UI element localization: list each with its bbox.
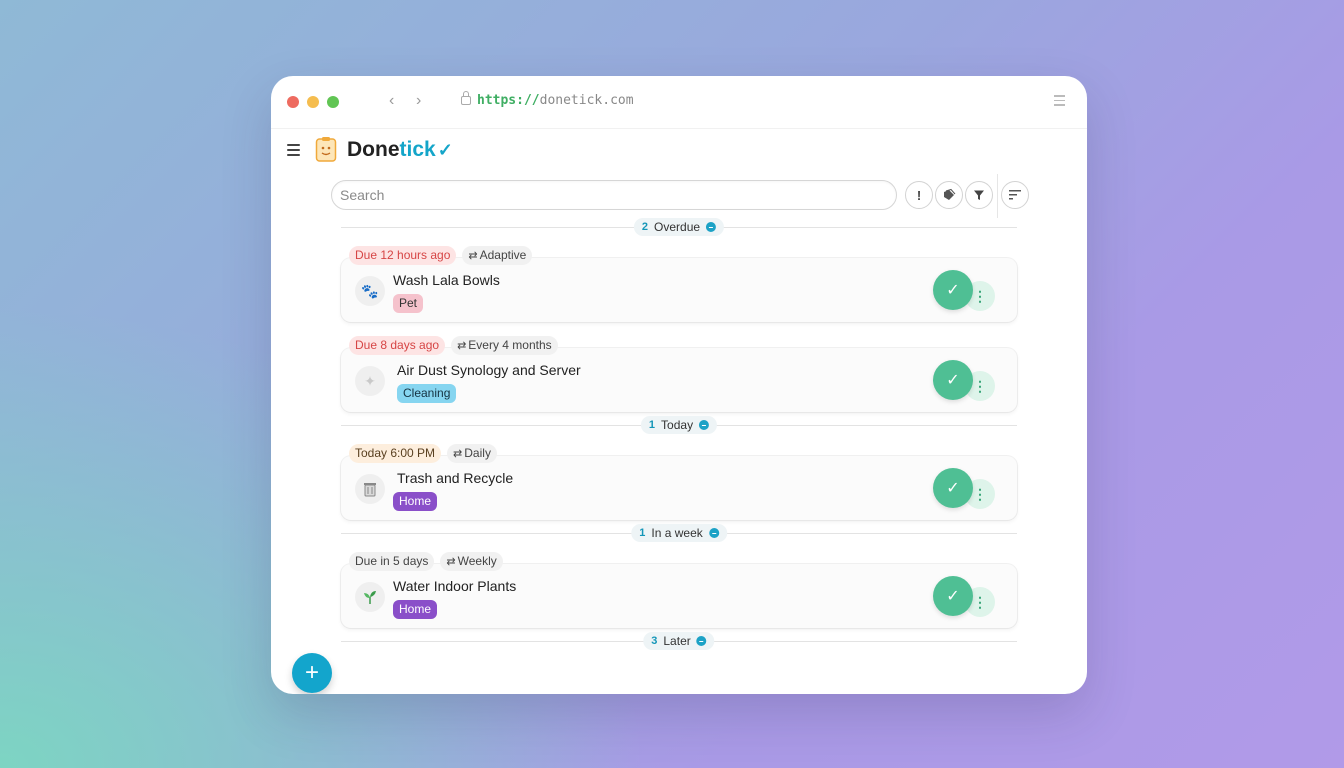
browser-window: ‹ › https://donetick.com Donetick✓ ! [271, 76, 1087, 694]
repeat-icon: ⇄ [468, 250, 478, 262]
broom-icon: ✦ [355, 366, 385, 396]
forward-arrow-icon[interactable]: › [416, 92, 421, 110]
plus-icon: + [304, 659, 319, 686]
url-protocol: https:// [477, 93, 540, 108]
due-chip: Due 8 days ago [349, 336, 446, 355]
task-label[interactable]: Pet [393, 294, 424, 313]
close-window-button[interactable] [287, 96, 299, 108]
frequency-text: Every 4 months [468, 338, 552, 352]
url-host: donetick.com [539, 93, 634, 108]
frequency-chip: ⇄ Daily [447, 444, 497, 463]
group-count: 1 [648, 419, 656, 431]
group-count: 1 [639, 527, 646, 539]
frequency-chip: ⇄ Weekly [440, 552, 503, 571]
maximize-window-button[interactable] [327, 96, 339, 108]
browser-chrome: ‹ › https://donetick.com [271, 76, 1087, 129]
check-icon: ✓ [946, 480, 960, 497]
collapse-icon [708, 528, 719, 538]
group-name: Today [661, 418, 694, 432]
more-vertical-icon: ⋮ [973, 377, 987, 394]
complete-task-button[interactable]: ✓ [933, 270, 973, 310]
due-chip: Due in 5 days [349, 552, 435, 571]
filter-icon [974, 190, 984, 200]
task-title: Water Indoor Plants [393, 578, 517, 594]
task-title: Air Dust Synology and Server [397, 362, 581, 378]
tags-icon [944, 188, 956, 200]
more-vertical-icon: ⋮ [973, 287, 987, 304]
group-name: Overdue [654, 220, 701, 234]
complete-task-button[interactable]: ✓ [933, 360, 973, 400]
brand-first: Done [347, 138, 400, 161]
task-item[interactable]: Trash and Recycle Home ✓ ⋮ Today 6:00 PM… [341, 444, 1017, 534]
task-list: 2 Overdue 🐾 Wash Lala Bowls Pet ✓ ⋮ Due 1… [341, 214, 1017, 654]
filter-button[interactable] [965, 181, 993, 209]
task-label[interactable]: Home [393, 600, 438, 619]
task-item[interactable]: Water Indoor Plants Home ✓ ⋮ Due in 5 da… [341, 552, 1017, 642]
group-count: 2 [641, 221, 649, 233]
task-label[interactable]: Home [393, 492, 438, 511]
group-header-later[interactable]: 3 Later [341, 630, 1017, 652]
label-filter-button[interactable] [935, 181, 963, 209]
frequency-text: Adaptive [479, 248, 527, 262]
browser-menu-icon[interactable] [1054, 95, 1065, 109]
check-icon: ✓ [946, 588, 960, 605]
task-card[interactable]: 🐾 Wash Lala Bowls Pet ✓ ⋮ [341, 258, 1017, 322]
group-header-in-a-week[interactable]: 1 In a week [341, 522, 1017, 544]
task-title: Trash and Recycle [397, 470, 514, 486]
check-icon: ✓ [946, 372, 960, 389]
more-vertical-icon: ⋮ [973, 593, 987, 610]
sort-icon [1009, 190, 1021, 200]
app-header: Donetick ✓ [271, 128, 1087, 176]
group-name: Later [663, 634, 691, 648]
repeat-icon: ⇄ [457, 340, 467, 352]
logo-icon [315, 137, 337, 162]
task-label[interactable]: Cleaning [397, 384, 457, 403]
repeat-icon: ⇄ [446, 556, 456, 568]
exclamation-icon: ! [916, 187, 922, 203]
task-title: Wash Lala Bowls [393, 272, 500, 288]
lock-icon [461, 91, 471, 105]
frequency-text: Weekly [457, 554, 497, 568]
group-header-today[interactable]: 1 Today [341, 414, 1017, 436]
task-card[interactable]: Water Indoor Plants Home ✓ ⋮ [341, 564, 1017, 628]
add-task-button[interactable]: + [292, 653, 332, 693]
due-chip: Today 6:00 PM [349, 444, 442, 463]
frequency-chip: ⇄ Every 4 months [451, 336, 558, 355]
sort-button[interactable] [1001, 181, 1029, 209]
address-bar[interactable]: https://donetick.com [461, 91, 634, 108]
frequency-chip: ⇄ Adaptive [462, 246, 533, 265]
group-header-overdue[interactable]: 2 Overdue [341, 216, 1017, 238]
collapse-icon [706, 222, 717, 232]
minimize-window-button[interactable] [307, 96, 319, 108]
search-input[interactable] [331, 180, 897, 210]
more-vertical-icon: ⋮ [973, 485, 987, 502]
repeat-icon: ⇄ [453, 448, 463, 460]
task-card[interactable]: Trash and Recycle Home ✓ ⋮ [341, 456, 1017, 520]
collapse-icon [696, 636, 707, 646]
group-count: 3 [651, 635, 658, 647]
brand-check-icon: ✓ [437, 140, 453, 160]
toolbar-separator [997, 174, 998, 218]
check-icon: ✓ [946, 282, 960, 299]
priority-filter-button[interactable]: ! [905, 181, 933, 209]
task-card[interactable]: ✦ Air Dust Synology and Server Cleaning … [341, 348, 1017, 412]
group-name: In a week [651, 526, 703, 540]
task-item[interactable]: 🐾 Wash Lala Bowls Pet ✓ ⋮ Due 12 hours a… [341, 246, 1017, 336]
complete-task-button[interactable]: ✓ [933, 468, 973, 508]
collapse-icon [699, 420, 710, 430]
due-chip: Due 12 hours ago [349, 246, 457, 265]
frequency-text: Daily [464, 446, 491, 460]
brand-second: tick [399, 138, 436, 161]
task-item[interactable]: ✦ Air Dust Synology and Server Cleaning … [341, 336, 1017, 426]
trash-icon [355, 474, 385, 504]
back-arrow-icon[interactable]: ‹ [389, 92, 394, 110]
sprout-icon [355, 582, 385, 612]
brand-name: Donetick ✓ [347, 138, 453, 162]
complete-task-button[interactable]: ✓ [933, 576, 973, 616]
hamburger-menu-icon[interactable] [287, 144, 300, 159]
paw-icon: 🐾 [355, 276, 385, 306]
search-toolbar: ! [331, 174, 1031, 218]
